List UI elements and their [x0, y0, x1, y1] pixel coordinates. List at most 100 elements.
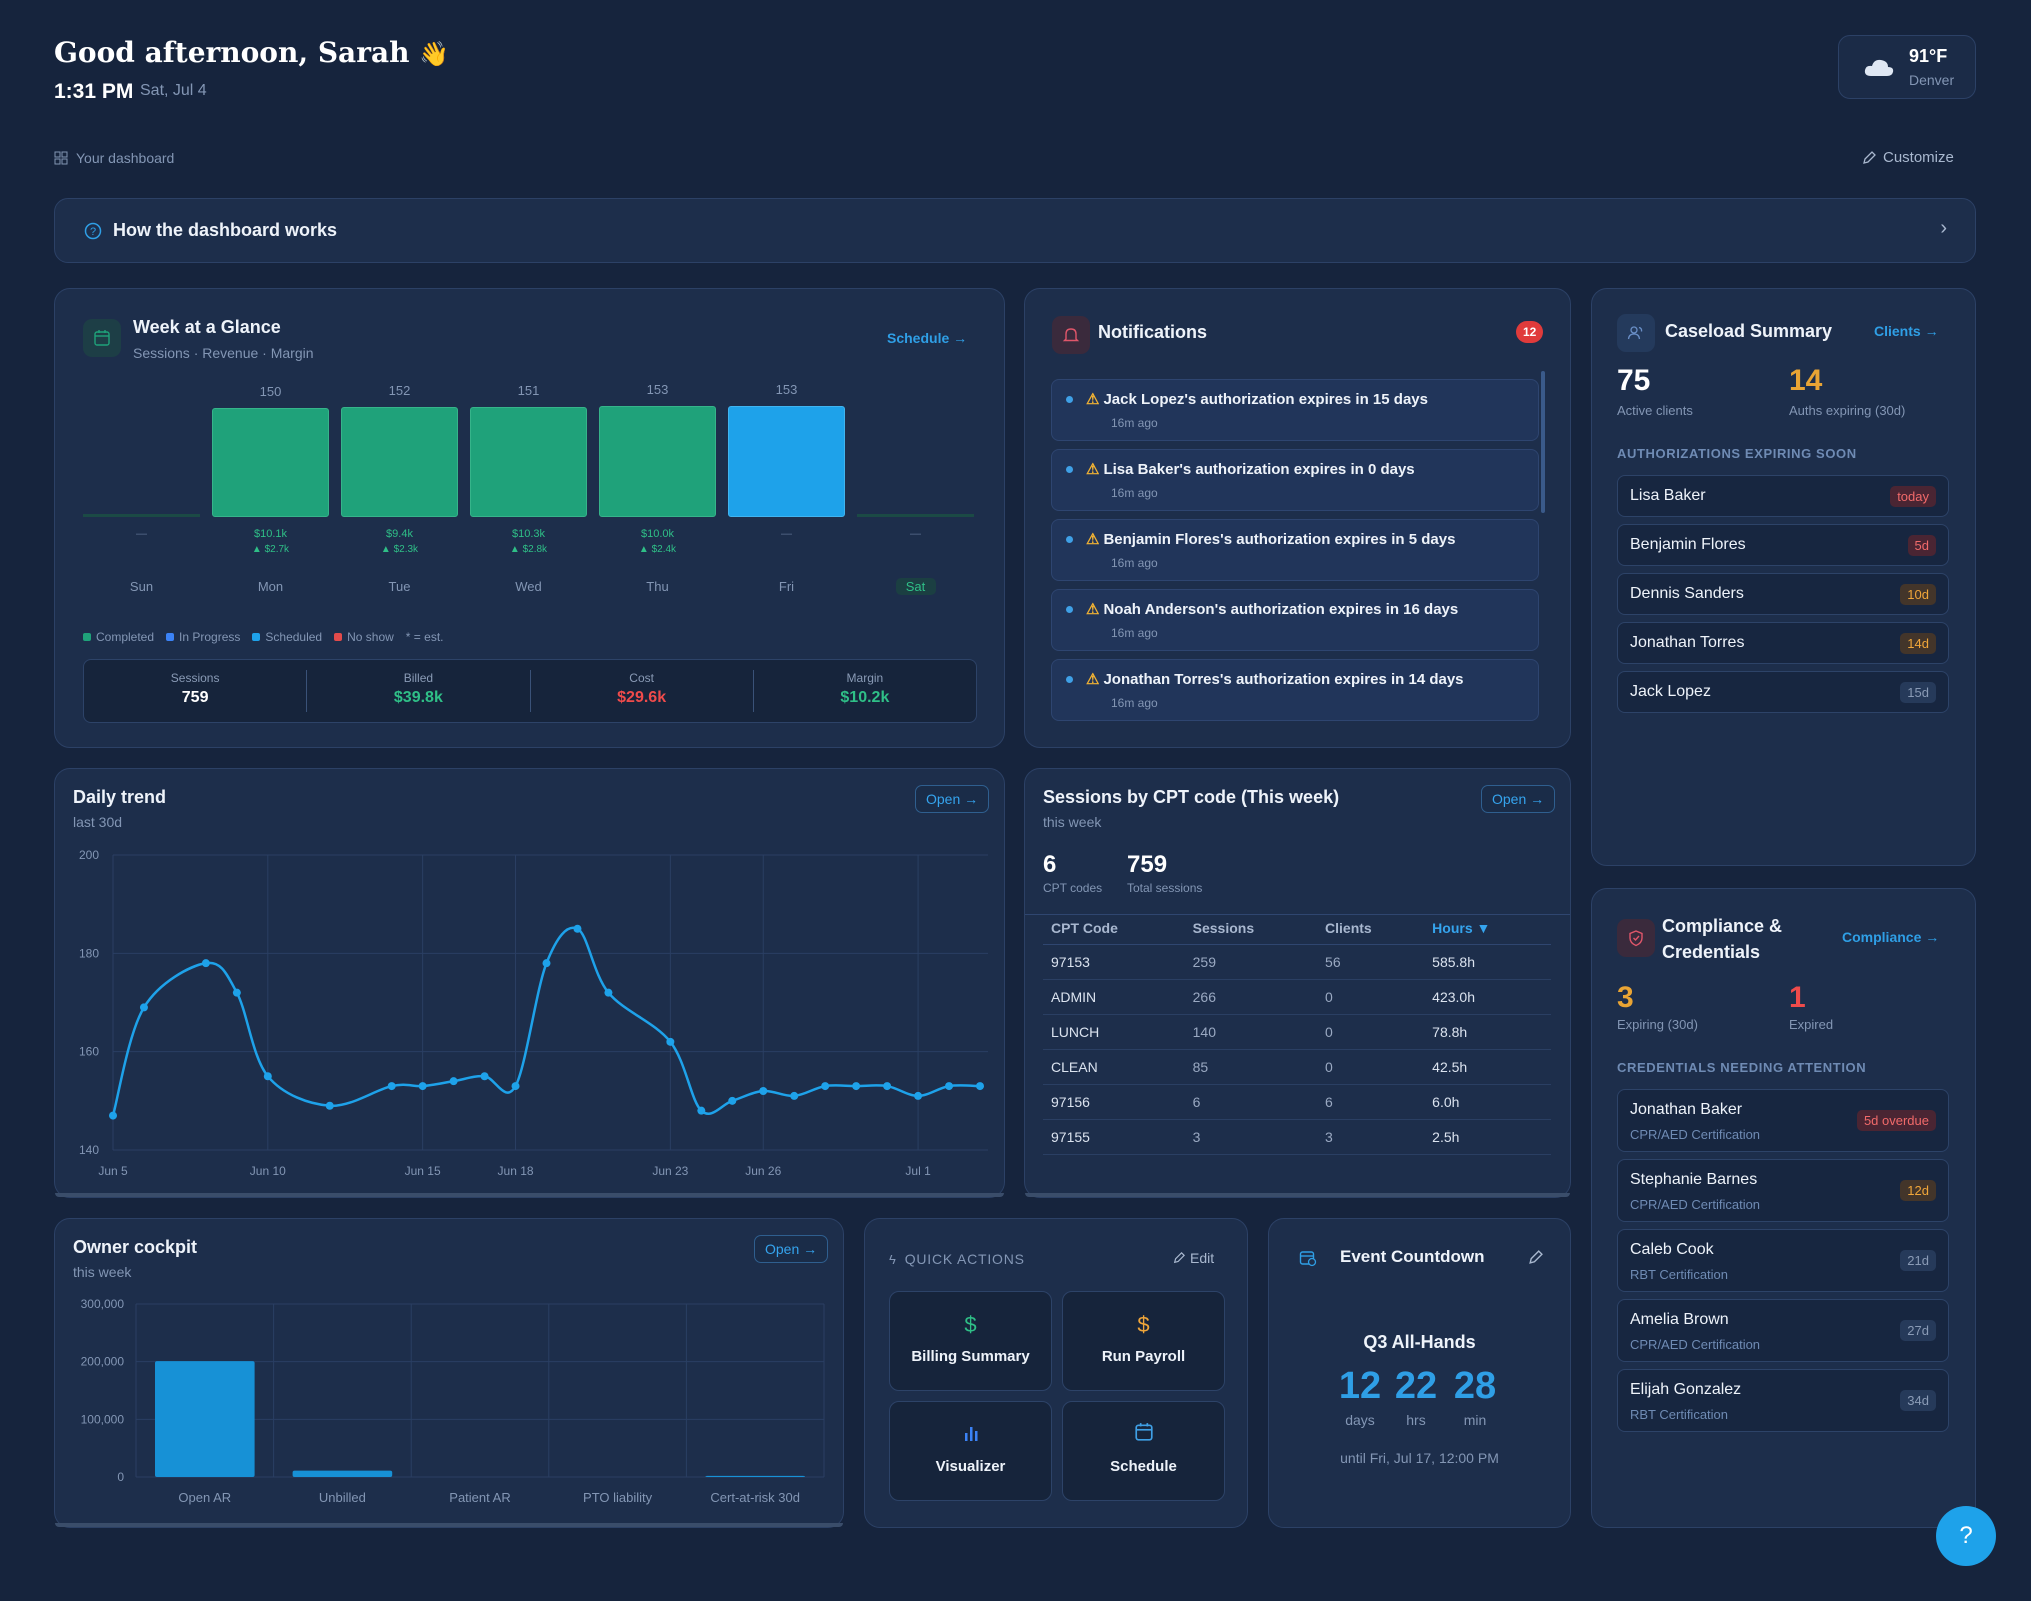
- trend-point: [201, 959, 210, 968]
- week-stat: Sessions 759: [84, 660, 306, 722]
- cpt-open-button[interactable]: Open →: [1481, 785, 1556, 813]
- credential-row[interactable]: Stephanie Barnes CPR/AED Certification 12d: [1617, 1159, 1949, 1222]
- week-stat-value: $39.8k: [393, 689, 443, 706]
- week-day-column[interactable]: 150 $10.1k ▲ $2.7k Mon: [212, 379, 329, 619]
- quick-action-run-payroll[interactable]: $ Run Payroll: [1062, 1291, 1225, 1391]
- trend-point: [852, 1082, 861, 1091]
- your-dashboard: Your dashboard: [54, 150, 174, 166]
- quick-action-schedule[interactable]: Schedule: [1062, 1401, 1225, 1501]
- notification-item[interactable]: ⚠ Lisa Baker's authorization expires in 0…: [1051, 449, 1539, 511]
- week-at-a-glance-card: Week at a Glance Sessions · Revenue · Ma…: [54, 288, 1005, 748]
- cpt-row[interactable]: 97153 259 56 585.8h: [1043, 944, 1551, 980]
- customize-button[interactable]: Customize: [1862, 149, 1954, 166]
- week-stat-value: $29.6k: [617, 689, 667, 706]
- legend-item: Scheduled: [252, 630, 322, 644]
- auth-expiring-row[interactable]: Jonathan Torres 14d: [1617, 622, 1949, 664]
- quick-action-visualizer[interactable]: Visualizer: [889, 1401, 1052, 1501]
- cpt-cell: 6.0h: [1424, 1084, 1551, 1120]
- auth-expiring-row[interactable]: Jack Lopez 15d: [1617, 671, 1949, 713]
- week-revenue: —: [136, 528, 147, 540]
- credentials-expiring-value: 3: [1617, 981, 1634, 1014]
- x-tick-label: Jun 18: [498, 1164, 534, 1178]
- notification-time: 16m ago: [1111, 626, 1158, 640]
- users-icon: [1617, 314, 1655, 352]
- compliance-link[interactable]: Compliance →: [1842, 929, 1939, 945]
- week-day-column[interactable]: — Sat: [857, 379, 974, 619]
- week-legend: Completed In Progress Scheduled No show * = …: [83, 630, 443, 644]
- credential-row[interactable]: Jonathan Baker CPR/AED Certification 5d ov…: [1617, 1089, 1949, 1152]
- notification-message: Lisa Baker's authorization expires in 0 …: [1103, 461, 1415, 478]
- how-dashboard-works-banner[interactable]: ? How the dashboard works ›: [54, 198, 1976, 263]
- trend-point: [109, 1111, 117, 1120]
- auth-expiring-row[interactable]: Benjamin Flores 5d: [1617, 524, 1949, 566]
- week-margin: ▲ $2.7k: [251, 544, 290, 555]
- week-day-column[interactable]: 152 $9.4k ▲ $2.3k Tue: [341, 379, 458, 619]
- auth-expiring-row[interactable]: Lisa Baker today: [1617, 475, 1949, 517]
- week-stat-label: Sessions: [170, 671, 220, 685]
- help-button[interactable]: ?: [1936, 1506, 1996, 1566]
- notification-item[interactable]: ⚠ Benjamin Flores's authorization expires…: [1051, 519, 1539, 581]
- cpt-row[interactable]: 97156 6 6 6.0h: [1043, 1084, 1551, 1120]
- greeting: Good afternoon, Sarah 👋: [54, 36, 449, 69]
- unread-dot: [1066, 676, 1073, 683]
- week-empty-bar: [857, 514, 974, 517]
- auths-expiring-value: 14: [1789, 364, 1823, 397]
- cpt-column-header[interactable]: CPT Code: [1043, 912, 1185, 945]
- y-tick-label: 0: [117, 1470, 124, 1484]
- notification-item[interactable]: ⚠ Jonathan Torres's authorization expires…: [1051, 659, 1539, 721]
- warning-icon: ⚠: [1086, 461, 1100, 478]
- auth-expiring-row[interactable]: Dennis Sanders 10d: [1617, 573, 1949, 615]
- auths-expiring-label: Auths expiring (30d): [1789, 403, 1906, 418]
- pencil-icon[interactable]: [1528, 1250, 1543, 1265]
- owner-bar: [292, 1470, 393, 1477]
- cpt-column-header[interactable]: Sessions: [1184, 912, 1318, 945]
- credential-row[interactable]: Amelia Brown CPR/AED Certification 27d: [1617, 1299, 1949, 1362]
- week-stat-label: Billed: [403, 671, 434, 685]
- weather-widget[interactable]: 91°F Denver: [1838, 35, 1976, 99]
- cpt-row[interactable]: LUNCH 140 0 78.8h: [1043, 1014, 1551, 1050]
- notification-item[interactable]: ⚠ Jack Lopez's authorization expires in 1…: [1051, 379, 1539, 441]
- week-day-column[interactable]: 153 — Fri: [728, 379, 845, 619]
- week-day-column[interactable]: 151 $10.3k ▲ $2.8k Wed: [470, 379, 587, 619]
- dollar-icon: $: [964, 1312, 977, 1337]
- caseload-title: Caseload Summary: [1665, 321, 1833, 341]
- warning-icon: ⚠: [1086, 391, 1100, 408]
- clients-link[interactable]: Clients →: [1874, 323, 1939, 339]
- active-clients-label: Active clients: [1617, 403, 1693, 418]
- notifications-scrollbar[interactable]: [1541, 371, 1545, 513]
- week-margin: ▲ $2.8k: [509, 544, 548, 555]
- cpt-column-header[interactable]: Hours ▼: [1424, 912, 1551, 945]
- countdown-until: until Fri, Jul 17, 12:00 PM: [1340, 1450, 1499, 1466]
- client-name: Lisa Baker: [1630, 487, 1706, 504]
- credential-row[interactable]: Elijah Gonzalez RBT Certification 34d: [1617, 1369, 1949, 1432]
- credential-row[interactable]: Caleb Cook RBT Certification 21d: [1617, 1229, 1949, 1292]
- notification-message: Jonathan Torres's authorization expires …: [1103, 671, 1464, 688]
- legend-item: No show: [334, 630, 394, 644]
- week-stat-value: $10.2k: [840, 689, 890, 706]
- bolt-icon: ϟ: [889, 1251, 897, 1267]
- cpt-row[interactable]: ADMIN 266 0 423.0h: [1043, 979, 1551, 1015]
- cpt-row[interactable]: CLEAN 85 0 42.5h: [1043, 1049, 1551, 1085]
- week-day-column[interactable]: — Sun: [83, 379, 200, 619]
- quick-action-billing-summary[interactable]: $ Billing Summary: [889, 1291, 1052, 1391]
- week-day-column[interactable]: 153 $10.0k ▲ $2.4k Thu: [599, 379, 716, 619]
- week-margin: ▲ $2.3k: [380, 544, 419, 555]
- notification-item[interactable]: ⚠ Noah Anderson's authorization expires i…: [1051, 589, 1539, 651]
- trend-point: [976, 1082, 984, 1091]
- notification-message: Benjamin Flores's authorization expires …: [1103, 531, 1456, 548]
- notification-time: 16m ago: [1111, 486, 1158, 500]
- credential-name: RBT Certification: [1630, 1407, 1729, 1422]
- cpt-column-header[interactable]: Clients: [1317, 912, 1425, 945]
- week-margin: ▲ $2.4k: [638, 544, 677, 555]
- customize-label: Customize: [1883, 149, 1954, 166]
- notifications-list[interactable]: ⚠ Jack Lopez's authorization expires in 1…: [1025, 369, 1572, 735]
- cpt-row[interactable]: 97155 3 3 2.5h: [1043, 1119, 1551, 1155]
- quick-actions-title: QUICK ACTIONS: [904, 1251, 1025, 1267]
- warning-icon: ⚠: [1086, 671, 1100, 688]
- countdown-hrs: 22 hrs: [1386, 1365, 1446, 1428]
- countdown-event-name: Q3 All-Hands: [1363, 1332, 1476, 1352]
- cpt-cell: 97153: [1043, 944, 1185, 980]
- schedule-link[interactable]: Schedule →: [887, 330, 967, 346]
- quick-actions-edit-button[interactable]: Edit: [1173, 1250, 1214, 1266]
- compliance-title-line1: Compliance &: [1662, 916, 1783, 936]
